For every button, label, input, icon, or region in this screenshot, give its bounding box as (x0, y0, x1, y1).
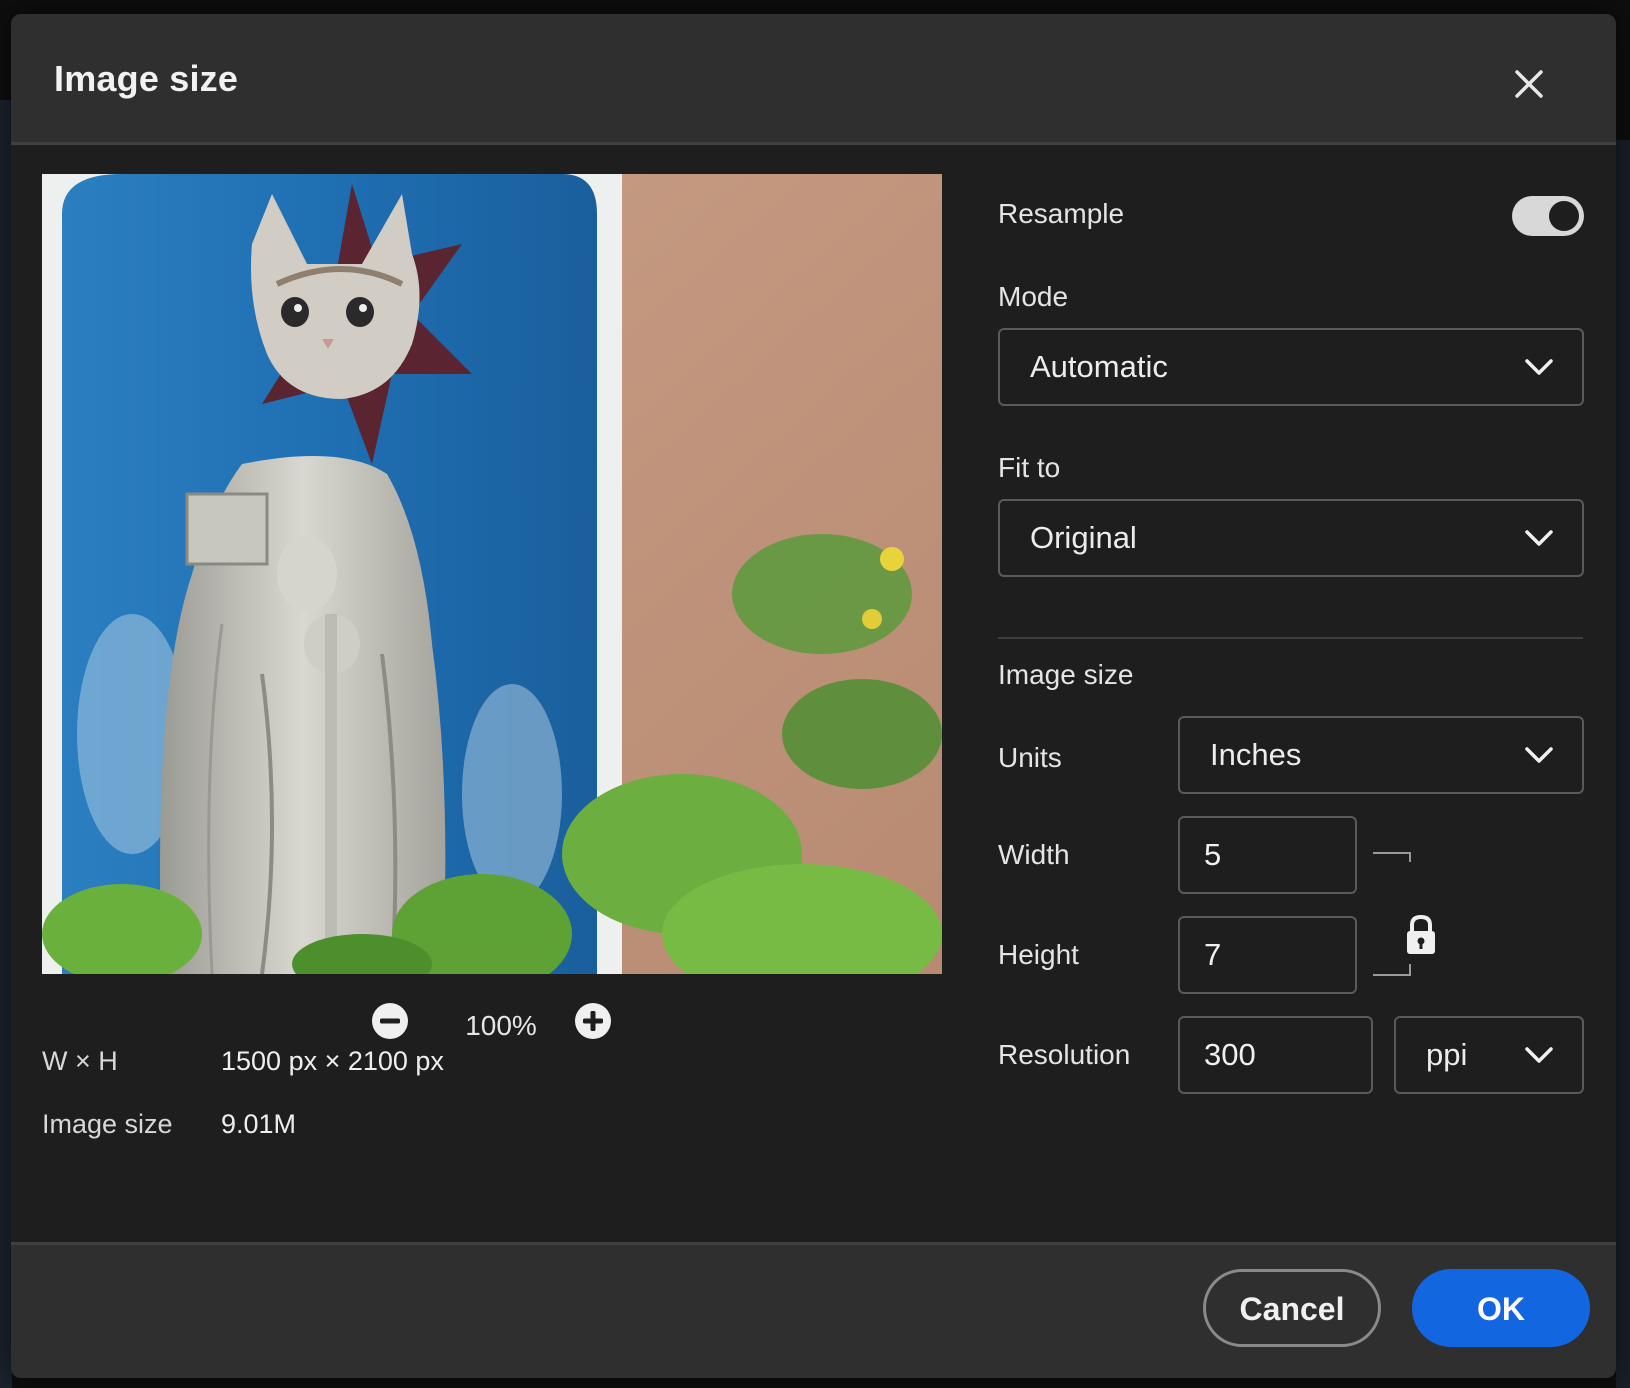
chevron-down-icon (1525, 1047, 1553, 1063)
resolution-unit-value: ppi (1426, 1037, 1468, 1072)
link-bracket-top-end (1409, 852, 1411, 862)
preview-image (42, 174, 942, 974)
fit-to-label: Fit to (998, 452, 1061, 483)
close-button[interactable] (1511, 66, 1547, 102)
height-input[interactable] (1204, 918, 1349, 992)
minus-circle-icon (372, 1003, 408, 1039)
image-size-section-title: Image size (998, 659, 1134, 690)
mode-label: Mode (998, 281, 1069, 312)
close-icon (1515, 70, 1543, 98)
section-divider (998, 637, 1583, 639)
width-field[interactable] (1178, 816, 1357, 894)
chevron-down-icon (1525, 747, 1553, 763)
backdrop-strip-right (1616, 140, 1630, 1388)
link-bracket-bottom-end (1409, 964, 1411, 976)
ok-button[interactable]: OK (1412, 1269, 1590, 1347)
image-preview (42, 174, 942, 974)
zoom-level: 100% (465, 1010, 537, 1041)
resample-toggle[interactable] (1512, 196, 1584, 236)
resolution-unit-select[interactable]: ppi (1394, 1016, 1584, 1094)
width-input[interactable] (1204, 818, 1349, 892)
dialog-title: Image size (54, 58, 239, 99)
toggle-knob (1549, 201, 1579, 231)
fit-to-select[interactable]: Original (998, 499, 1584, 577)
units-select-value: Inches (1210, 737, 1302, 772)
fit-to-select-value: Original (1030, 520, 1137, 555)
dimensions-value: 1500 px × 2100 px (221, 1046, 444, 1076)
lock-icon (1407, 914, 1435, 954)
plus-circle-icon (575, 1003, 611, 1039)
units-select[interactable]: Inches (1178, 716, 1584, 794)
mode-select[interactable]: Automatic (998, 328, 1584, 406)
mode-select-value: Automatic (1030, 349, 1168, 384)
zoom-out-button[interactable] (371, 1002, 409, 1040)
zoom-in-button[interactable] (574, 1002, 612, 1040)
dialog-footer: Cancel OK (11, 1242, 1616, 1378)
image-size-dialog: Image size 100% W × H 1500 px × 2100 px … (11, 14, 1616, 1378)
link-bracket-top (1373, 852, 1411, 854)
height-label: Height (998, 939, 1079, 970)
file-size-value: 9.01M (221, 1109, 297, 1139)
cancel-button[interactable]: Cancel (1203, 1269, 1381, 1347)
units-label: Units (998, 742, 1062, 773)
dimensions-label: W × H (42, 1046, 118, 1076)
height-field[interactable] (1178, 916, 1357, 994)
resolution-label: Resolution (998, 1039, 1131, 1070)
chevron-down-icon (1525, 359, 1553, 375)
file-size-label: Image size (42, 1109, 173, 1139)
resample-label: Resample (998, 198, 1125, 229)
resolution-field[interactable] (1178, 1016, 1373, 1094)
chevron-down-icon (1525, 530, 1553, 546)
dialog-header: Image size (11, 14, 1616, 145)
width-label: Width (998, 839, 1070, 870)
link-bracket-bottom (1373, 974, 1411, 976)
aspect-lock-button[interactable] (1404, 914, 1438, 956)
resolution-input[interactable] (1204, 1018, 1365, 1092)
